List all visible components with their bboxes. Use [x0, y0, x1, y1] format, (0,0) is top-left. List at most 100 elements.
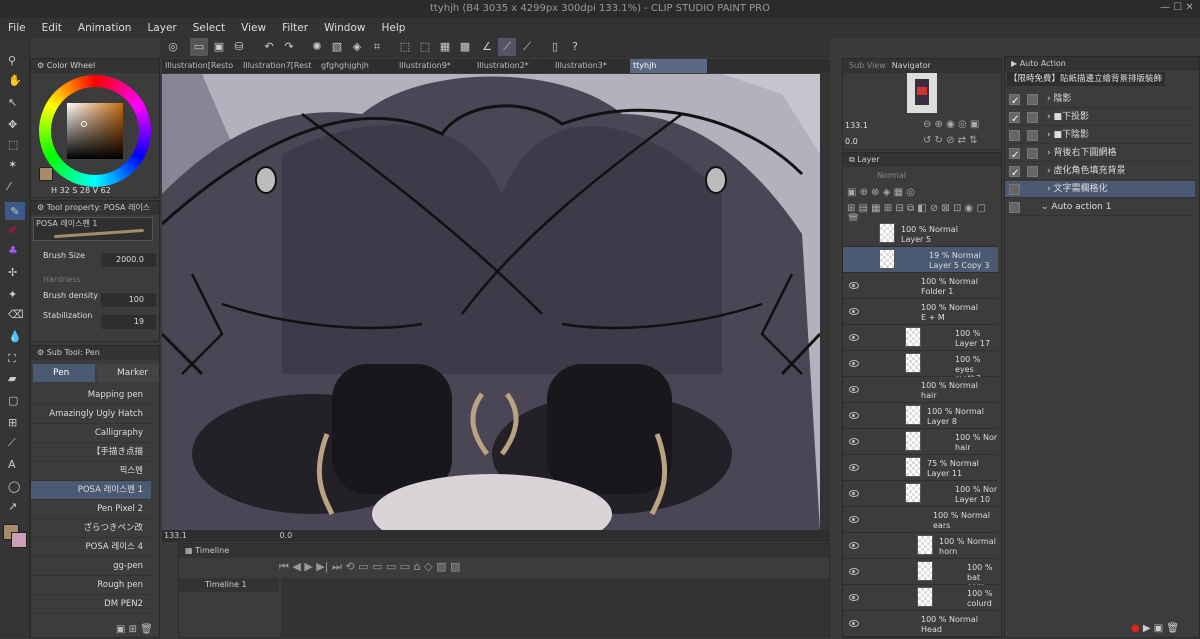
brush-item[interactable]: gg-pen	[31, 557, 151, 576]
navigator-rotate-icons[interactable]: ↺ ↻ ⊘ ⇄ ⇅	[923, 135, 978, 146]
zoom-tool-icon[interactable]: ⚲	[8, 54, 16, 67]
menu-file[interactable]: File	[0, 22, 34, 34]
help-icon[interactable]: ?	[566, 38, 584, 56]
layer-row[interactable]: 100 % Normal horn	[843, 533, 998, 559]
auto-action-item[interactable]: › 背後右下圓網格	[1005, 145, 1195, 164]
doc-tab[interactable]: gfghghjghjh	[318, 59, 396, 73]
selection-tool-icon[interactable]: ⬚	[8, 138, 18, 151]
doc-tab[interactable]: Illustration[Resto	[162, 59, 240, 73]
pen-tool-icon[interactable]: ✎	[5, 202, 25, 220]
timeline-controls-icons[interactable]: ⏮ ◀ ▶ ▶| ⏭ ⟲ ▭ ▭ ▭ ▭ ⌂ ◇ ▨ ▨	[279, 560, 460, 574]
brush-item[interactable]: Calligraphy	[31, 424, 151, 443]
balloon-tool-icon[interactable]: ◯	[8, 480, 20, 493]
layer-row[interactable]: 100 % Normal Layer 5	[843, 221, 998, 247]
brush-item[interactable]: Mapping pen	[31, 386, 151, 405]
invert-selection-icon[interactable]: ⬚	[416, 38, 434, 56]
text-tool-icon[interactable]: A	[8, 458, 16, 471]
tab-marker[interactable]: Marker	[97, 364, 159, 382]
brush-item[interactable]: ざらつきペン改	[31, 519, 151, 538]
layer-row[interactable]: 100 % Nor Layer 10	[843, 481, 998, 507]
menu-view[interactable]: View	[233, 22, 274, 34]
frame-border-tool-icon[interactable]: ⊞	[8, 416, 17, 429]
brush-item[interactable]: Amazingly Ugly Hatch	[31, 405, 151, 424]
blend-tool-icon[interactable]: 💧	[8, 330, 22, 343]
brush-item[interactable]: Rough pen	[31, 576, 151, 595]
auto-action-item[interactable]: › 陰影	[1005, 91, 1195, 110]
layer-row[interactable]: 100 % Normal Layer 8	[843, 403, 998, 429]
decoration-tool-icon[interactable]: ✦	[8, 288, 17, 301]
figure-tool-icon[interactable]: ▢	[8, 394, 18, 407]
layer-row-selected[interactable]: 19 % Normal Layer 5 Copy 3	[843, 247, 998, 273]
clip-studio-icon[interactable]: ◎	[164, 38, 182, 56]
tab-subview[interactable]: Sub View	[849, 59, 886, 73]
menu-layer[interactable]: Layer	[139, 22, 184, 34]
doc-tab[interactable]: Illustration9*	[396, 59, 474, 73]
ruler-tool-icon[interactable]: ⟋	[8, 436, 16, 450]
layer-row[interactable]: 100 % bat ears	[843, 559, 998, 591]
doc-tab[interactable]: Illustration2*	[474, 59, 552, 73]
layer-property-icons[interactable]: ▣ ⊕ ⊗ ◈ ▦ ◎	[847, 187, 915, 198]
color-wheel-ring[interactable]	[39, 75, 151, 187]
auto-action-item-selected[interactable]: › 文字需欄格化	[1005, 181, 1195, 198]
timeline-track[interactable]	[281, 578, 829, 638]
correct-line-tool-icon[interactable]: ↗	[8, 500, 17, 513]
brush-item-selected[interactable]: POSA 레이스펜 1	[31, 481, 151, 500]
window-controls[interactable]: — ☐ ✕	[1160, 2, 1196, 16]
layer-folder[interactable]: 100 % Normal E + M	[843, 299, 998, 325]
auto-action-item[interactable]: ⌄ Auto action 1	[1005, 199, 1195, 216]
stabilization-input[interactable]: 19	[101, 315, 156, 329]
layer-folder[interactable]: 100 % Normal Head	[843, 611, 998, 637]
brush-item[interactable]: 픽스펜	[31, 462, 151, 481]
selection-border-icon[interactable]: ▦	[436, 38, 454, 56]
brush-preview[interactable]: POSA 레이스펜 1	[33, 217, 153, 241]
undo-icon[interactable]: ↶	[260, 38, 278, 56]
auto-action-item[interactable]: › ■下陰影	[1005, 127, 1195, 144]
sub-color-swatch[interactable]	[11, 532, 27, 548]
operation-tool-icon[interactable]: ↖	[8, 96, 17, 109]
layer-folder[interactable]: 100 % Normal Folder 1	[843, 273, 998, 299]
show-selection-icon[interactable]: ▩	[456, 38, 474, 56]
open-icon[interactable]: ▣	[210, 38, 228, 56]
canvas[interactable]	[162, 74, 820, 530]
new-canvas-icon[interactable]: ▭	[190, 38, 208, 56]
layer-row[interactable]: 100 % Nor hair	[843, 429, 998, 455]
auto-action-item[interactable]: › ■下投影	[1005, 109, 1195, 128]
gradient-tool-icon[interactable]: ▰	[8, 372, 16, 385]
menu-select[interactable]: Select	[185, 22, 233, 34]
tab-navigator[interactable]: Navigator	[892, 59, 931, 73]
layer-row[interactable]: 100 % eyes moth3	[843, 351, 998, 383]
auto-action-set-select[interactable]: 【限時免費】貼紙描邊立繪背景排版裝飾	[1007, 72, 1165, 86]
color-saturation-square[interactable]	[67, 103, 123, 159]
layer-row[interactable]: 100 % Layer 17	[843, 325, 998, 351]
navigator-zoom-icons[interactable]: ⊖ ⊕ ◉ ◎ ▣	[923, 119, 979, 130]
redo-icon[interactable]: ↷	[280, 38, 298, 56]
doc-tab[interactable]: Illustration7[Rest	[240, 59, 318, 73]
navigator-angle[interactable]: 0.0	[845, 137, 858, 146]
brush-item[interactable]: 【手描き点描	[31, 443, 151, 462]
menu-animation[interactable]: Animation	[70, 22, 140, 34]
canvas-angle-value[interactable]: 0.0	[189, 531, 292, 540]
move-layer-tool-icon[interactable]: ✥	[8, 118, 17, 131]
auto-select-tool-icon[interactable]: ✶	[8, 158, 17, 171]
eraser-tool-icon[interactable]: ⌫	[8, 308, 24, 321]
clear-icon[interactable]: ✺	[308, 38, 326, 56]
canvas-vscroll[interactable]	[820, 74, 830, 530]
brush-item[interactable]: Pen Pixel 2	[31, 500, 151, 519]
layer-folder[interactable]: 100 % Normal ears	[843, 507, 998, 533]
brush-tool-icon[interactable]: ♣	[8, 244, 18, 257]
cw-main-swatch[interactable]	[39, 167, 53, 181]
layer-row[interactable]: 100 % colurd	[843, 585, 998, 611]
smartphone-icon[interactable]: ▯	[546, 38, 564, 56]
brush-size-input[interactable]: 2000.0	[101, 253, 156, 267]
blend-mode-select[interactable]: Normal	[877, 171, 906, 180]
menu-filter[interactable]: Filter	[274, 22, 316, 34]
brush-item[interactable]: POSA 레이스 4	[31, 538, 151, 557]
canvas-zoom-value[interactable]: 133.1	[162, 531, 187, 540]
menu-help[interactable]: Help	[373, 22, 413, 34]
snap-special-ruler-icon[interactable]: ⟋	[498, 38, 516, 56]
navigator-zoom[interactable]: 133.1	[845, 121, 868, 130]
doc-tab[interactable]: Illustration3*	[552, 59, 630, 73]
brush-item[interactable]: DM PEN2	[31, 595, 151, 614]
menu-window[interactable]: Window	[316, 22, 373, 34]
fill-icon[interactable]: ▧	[328, 38, 346, 56]
